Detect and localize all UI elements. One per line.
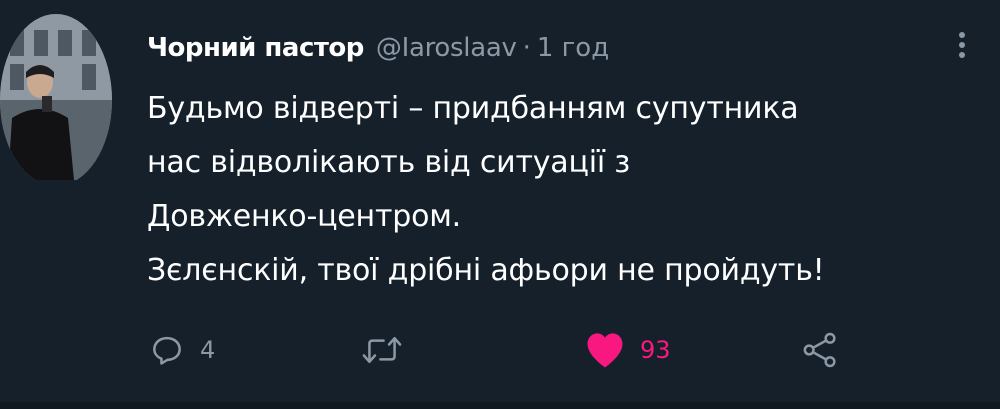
more-options-icon[interactable] <box>950 28 974 68</box>
tweet-line: Зєлєнскій, твої дрібні афьори не пройдут… <box>147 253 825 288</box>
divider <box>0 402 1000 409</box>
like-button[interactable]: 93 <box>584 320 671 380</box>
tweet-text: Будьмо відверті – придбанням супутника н… <box>147 82 987 298</box>
avatar-photo-icon <box>0 14 112 180</box>
tweet-line: Довженко-центром. <box>147 199 462 234</box>
display-name[interactable]: Чорний пастор <box>147 33 364 63</box>
avatar[interactable] <box>0 0 120 180</box>
action-bar: 4 93 <box>0 320 1000 380</box>
reply-button[interactable]: 4 <box>148 320 215 380</box>
separator-dot: · <box>522 33 531 63</box>
retweet-button[interactable] <box>360 320 418 380</box>
user-handle[interactable]: @Iaroslaav <box>376 33 517 63</box>
share-icon <box>803 332 836 368</box>
share-button[interactable] <box>800 320 840 380</box>
timestamp[interactable]: 1 год <box>537 33 609 63</box>
tweet-line: нас відволікають від ситуації з <box>147 145 631 180</box>
reply-count: 4 <box>200 336 216 364</box>
retweet-icon <box>362 336 402 364</box>
reply-icon <box>153 336 181 365</box>
like-count: 93 <box>640 336 671 364</box>
tweet-card[interactable]: Чорний пастор @Iaroslaav · 1 год Будьмо … <box>0 0 1000 409</box>
tweet-line: Будьмо відверті – придбанням супутника <box>147 91 799 126</box>
tweet-header: Чорний пастор @Iaroslaav · 1 год <box>147 26 609 70</box>
heart-icon <box>587 333 623 368</box>
